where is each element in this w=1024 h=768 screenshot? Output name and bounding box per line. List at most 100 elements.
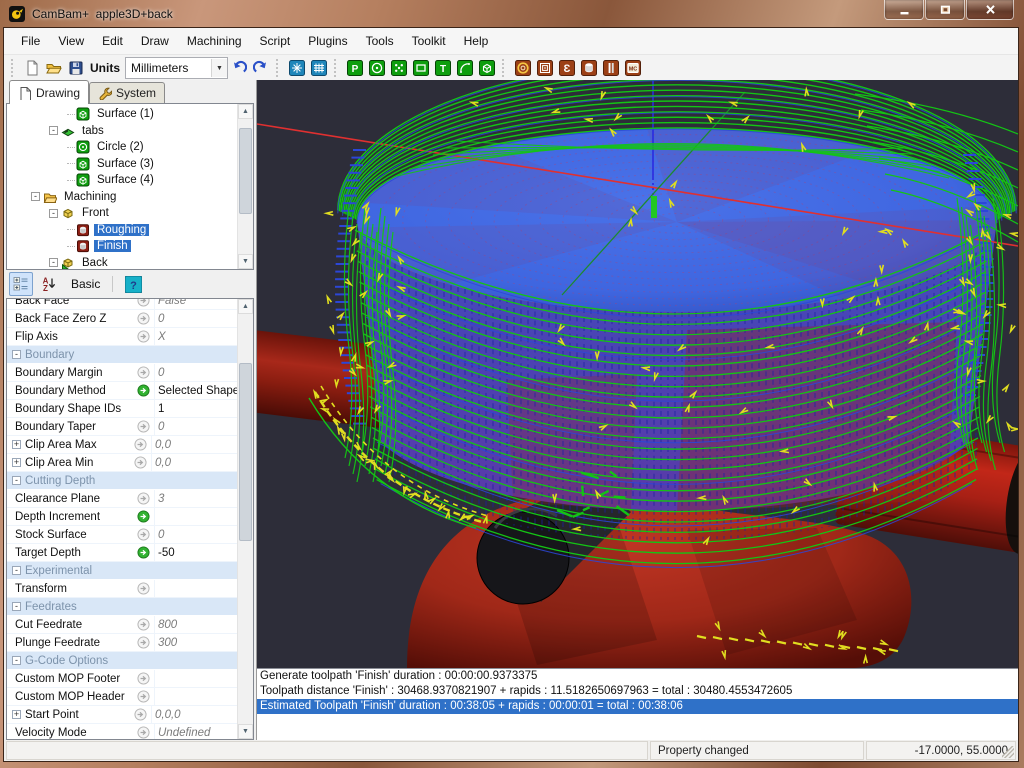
- property-row-back-face-zero-z[interactable]: Back Face Zero Z0: [7, 310, 237, 328]
- menu-draw[interactable]: Draw: [132, 29, 178, 53]
- property-expand-box[interactable]: +: [12, 440, 21, 449]
- property-value[interactable]: 0,0,0: [151, 706, 237, 723]
- log-line[interactable]: Estimated Toolpath 'Finish' duration : 0…: [257, 699, 1018, 714]
- tree-item-machining[interactable]: -Machining: [7, 189, 237, 206]
- property-row-clip-area-max[interactable]: +Clip Area Max0,0: [7, 436, 237, 454]
- close-button[interactable]: [966, 0, 1014, 20]
- menu-toolkit[interactable]: Toolkit: [403, 29, 455, 53]
- category-collapse-box[interactable]: -: [12, 656, 21, 665]
- category-row-g-code-options[interactable]: -G-Code Options: [7, 652, 237, 670]
- open-file-button[interactable]: [43, 57, 65, 79]
- category-row-cutting-depth[interactable]: -Cutting Depth: [7, 472, 237, 490]
- log-line[interactable]: Toolpath distance 'Finish' : 30468.93708…: [257, 684, 1018, 699]
- tree-item-finish[interactable]: Finish: [7, 238, 237, 255]
- category-collapse-box[interactable]: -: [12, 350, 21, 359]
- category-row-feedrates[interactable]: -Feedrates: [7, 598, 237, 616]
- property-row-target-depth[interactable]: Target Depth-50: [7, 544, 237, 562]
- restore-button[interactable]: [925, 0, 965, 20]
- tree-expander[interactable]: -: [49, 209, 58, 218]
- draw-polyline-button[interactable]: P: [344, 57, 366, 79]
- save-file-button[interactable]: [65, 57, 87, 79]
- draw-text-button[interactable]: T: [432, 57, 454, 79]
- property-row-velocity-mode[interactable]: Velocity ModeUndefined: [7, 724, 237, 740]
- draw-rectangle-button[interactable]: [410, 57, 432, 79]
- tree-item-front[interactable]: -Front: [7, 205, 237, 222]
- property-row-plunge-feedrate[interactable]: Plunge Feedrate300: [7, 634, 237, 652]
- mop-drill-button[interactable]: [578, 57, 600, 79]
- property-row-clearance-plane[interactable]: Clearance Plane3: [7, 490, 237, 508]
- tab-system[interactable]: System: [89, 82, 165, 103]
- menu-tools[interactable]: Tools: [357, 29, 403, 53]
- category-row-boundary[interactable]: -Boundary: [7, 346, 237, 364]
- mop-lathe-button[interactable]: [600, 57, 622, 79]
- tree-item-circle-2[interactable]: Circle (2): [7, 139, 237, 156]
- property-value[interactable]: Selected Shapes: [154, 382, 237, 399]
- category-collapse-box[interactable]: -: [12, 476, 21, 485]
- draw-points-button[interactable]: [388, 57, 410, 79]
- resize-grip[interactable]: [1002, 746, 1014, 758]
- menu-file[interactable]: File: [12, 29, 49, 53]
- category-collapse-box[interactable]: -: [12, 602, 21, 611]
- property-value[interactable]: 800: [154, 616, 237, 633]
- menu-help[interactable]: Help: [455, 29, 498, 53]
- snap-point-button[interactable]: [286, 57, 308, 79]
- property-row-depth-increment[interactable]: Depth Increment: [7, 508, 237, 526]
- property-value[interactable]: [154, 670, 237, 687]
- alphabetical-sort-button[interactable]: AZ: [37, 272, 61, 296]
- mop-engrave-button[interactable]: Ɛ: [556, 57, 578, 79]
- log-line[interactable]: Generate toolpath 'Finish' duration : 00…: [257, 669, 1018, 684]
- minimize-button[interactable]: [884, 0, 924, 20]
- property-row-boundary-taper[interactable]: Boundary Taper0: [7, 418, 237, 436]
- propgrid-scroll-thumb[interactable]: [239, 363, 252, 541]
- property-expand-box[interactable]: +: [12, 458, 21, 467]
- viewport-3d[interactable]: [257, 80, 1018, 668]
- property-row-custom-mop-header[interactable]: Custom MOP Header: [7, 688, 237, 706]
- property-row-clip-area-min[interactable]: +Clip Area Min0,0: [7, 454, 237, 472]
- mop-profile-button[interactable]: [512, 57, 534, 79]
- property-value[interactable]: [154, 688, 237, 705]
- tab-drawing[interactable]: Drawing: [9, 80, 89, 104]
- tree-scroll-thumb[interactable]: [239, 128, 252, 214]
- menu-script[interactable]: Script: [251, 29, 300, 53]
- propgrid-scroll-down[interactable]: ▼: [238, 724, 253, 739]
- tree-expander[interactable]: -: [49, 126, 58, 135]
- tree-item-surface-1[interactable]: Surface (1): [7, 106, 237, 123]
- titlebar[interactable]: CamBam+ apple3D+back: [0, 0, 1024, 28]
- menu-edit[interactable]: Edit: [93, 29, 132, 53]
- mop-pocket-button[interactable]: [534, 57, 556, 79]
- categorized-view-button[interactable]: [9, 272, 33, 296]
- snap-grid-button[interactable]: [308, 57, 330, 79]
- draw-surface-button[interactable]: [476, 57, 498, 79]
- property-row-stock-surface[interactable]: Stock Surface0: [7, 526, 237, 544]
- category-collapse-box[interactable]: -: [12, 566, 21, 575]
- property-row-back-face[interactable]: Back FaceFalse: [7, 298, 237, 310]
- property-value[interactable]: 0,0: [151, 436, 237, 453]
- property-row-cut-feedrate[interactable]: Cut Feedrate800: [7, 616, 237, 634]
- draw-arc-button[interactable]: [454, 57, 476, 79]
- undo-button[interactable]: [228, 57, 250, 79]
- menu-view[interactable]: View: [49, 29, 93, 53]
- property-value[interactable]: 1: [154, 400, 237, 417]
- property-value[interactable]: 0: [154, 310, 237, 327]
- property-row-start-point[interactable]: +Start Point0,0,0: [7, 706, 237, 724]
- property-value[interactable]: 0: [154, 526, 237, 543]
- tree-scrollbar[interactable]: ▲ ▼: [237, 104, 253, 269]
- tree-item-tabs[interactable]: -tabs: [7, 123, 237, 140]
- property-row-boundary-margin[interactable]: Boundary Margin0: [7, 364, 237, 382]
- category-row-experimental[interactable]: -Experimental: [7, 562, 237, 580]
- menu-plugins[interactable]: Plugins: [299, 29, 356, 53]
- menu-machining[interactable]: Machining: [178, 29, 251, 53]
- property-row-boundary-shape-ids[interactable]: Boundary Shape IDs1: [7, 400, 237, 418]
- property-row-transform[interactable]: Transform: [7, 580, 237, 598]
- tree-item-back[interactable]: -Back: [7, 255, 237, 271]
- property-value[interactable]: [154, 508, 237, 525]
- redo-button[interactable]: [250, 57, 272, 79]
- tree-scroll-up[interactable]: ▲: [238, 104, 253, 119]
- property-value[interactable]: 0: [154, 364, 237, 381]
- tree-scroll-down[interactable]: ▼: [238, 254, 253, 269]
- mop-gcode-button[interactable]: MC: [622, 57, 644, 79]
- property-value[interactable]: 0: [154, 418, 237, 435]
- units-combobox[interactable]: Millimeters▼: [125, 57, 228, 79]
- property-value[interactable]: -50: [154, 544, 237, 561]
- tree-expander[interactable]: -: [31, 192, 40, 201]
